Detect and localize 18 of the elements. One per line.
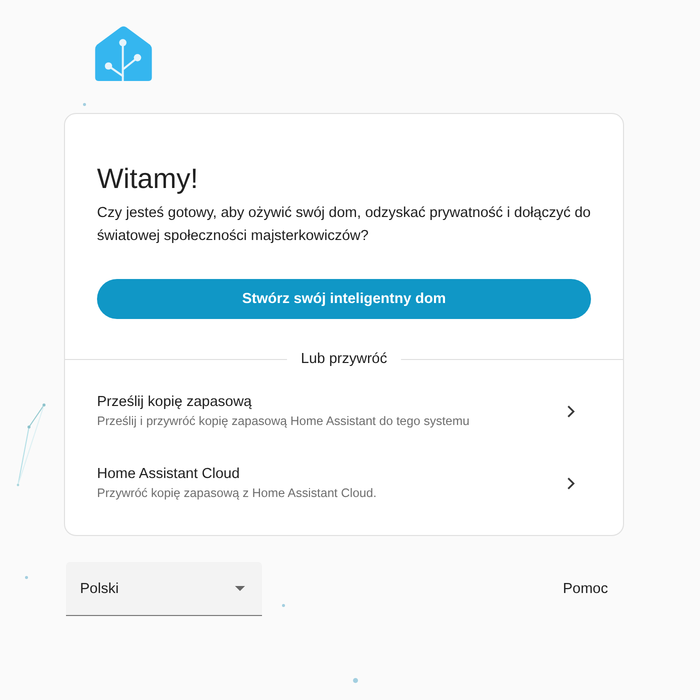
chevron-right-icon (567, 476, 575, 490)
intro-text: Czy jesteś gotowy, aby ożywić swój dom, odzyskać prywatność i dołączyć do światowej społeczności majsterkowiczów? (97, 204, 591, 246)
house-tree-logo-icon (95, 26, 152, 81)
caret-down-icon (235, 586, 245, 591)
restore-option[interactable]: Home Assistant Cloud Przywróć kopię zapasową z Home Assistant Cloud. (65, 447, 623, 519)
option-description: Przywróć kopię zapasową z Home Assistant Cloud. (97, 485, 377, 502)
option-title: Prześlij kopię zapasową (97, 393, 252, 412)
particle-dot-icon (25, 576, 28, 579)
language-select[interactable]: Polski (66, 562, 262, 616)
particle-dot-icon (353, 678, 358, 683)
option-title: Home Assistant Cloud (97, 465, 240, 484)
help-link[interactable]: Pomoc (554, 573, 616, 605)
welcome-title: Witamy! (97, 162, 198, 196)
restore-option[interactable]: Prześlij kopię zapasową Prześlij i przywróć kopię zapasową Home Assistant do tego systemu (65, 375, 623, 447)
particle-dot-icon (83, 103, 86, 106)
option-description: Prześlij i przywróć kopię zapasową Home Assistant do tego systemu (97, 413, 470, 430)
chevron-right-icon (567, 404, 575, 418)
particle-dot-icon (282, 604, 285, 607)
